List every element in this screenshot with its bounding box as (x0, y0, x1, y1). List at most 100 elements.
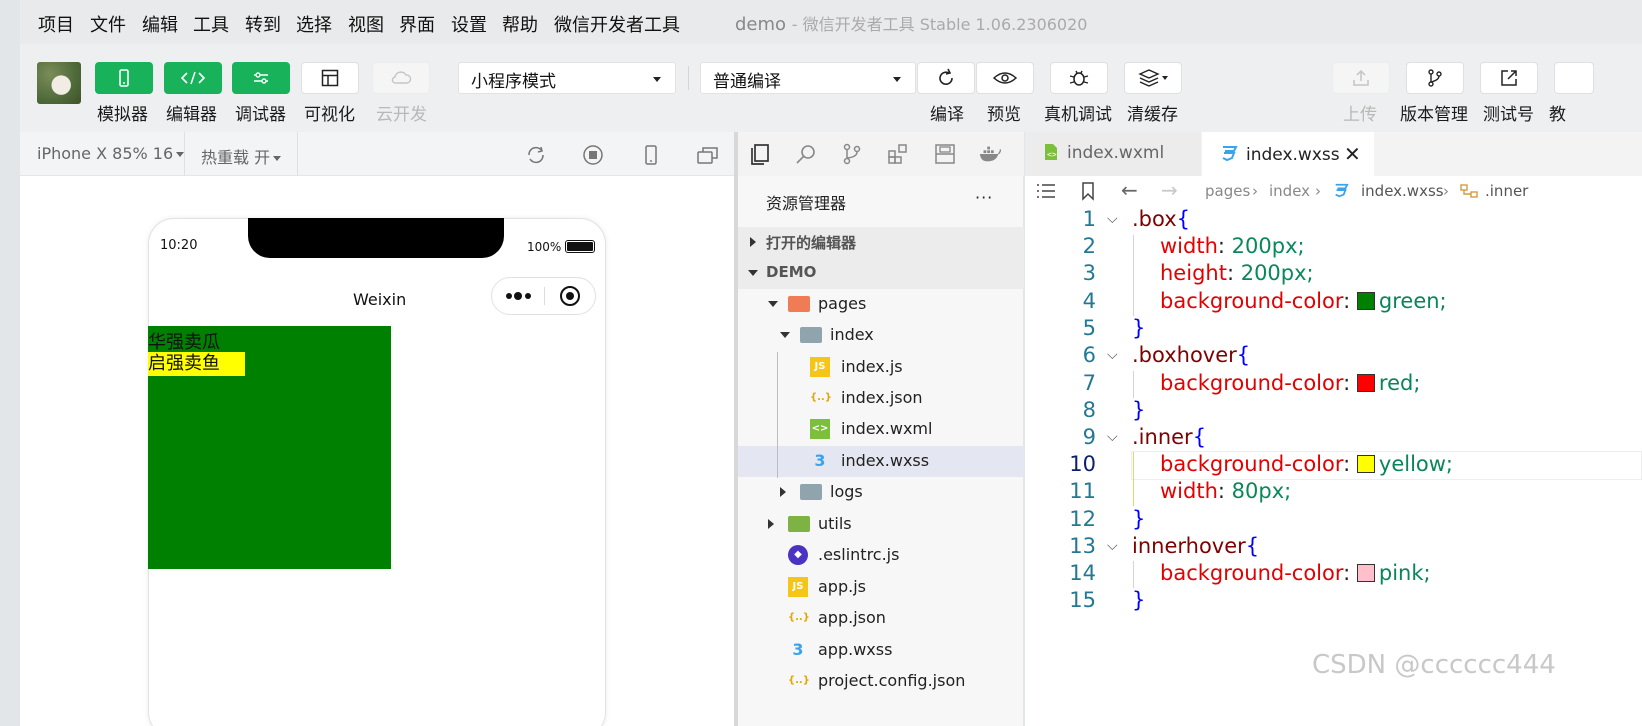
preview-button[interactable] (976, 62, 1034, 94)
folder-icon (800, 484, 822, 500)
test-account-button[interactable] (1480, 62, 1538, 94)
menu-item[interactable]: 设置 (451, 11, 487, 37)
code-brace: } (1132, 507, 1146, 531)
line-number: 10 (1069, 452, 1096, 476)
line-number: 11 (1069, 479, 1096, 503)
wxss-file-icon: 3 (792, 640, 804, 659)
tree-item[interactable]: 3 index.wxss (738, 446, 1024, 477)
tree-item[interactable]: index (738, 320, 1024, 351)
menu-item[interactable]: 转到 (245, 11, 281, 37)
compile-button[interactable] (917, 62, 975, 94)
menu-item[interactable]: 项目 (38, 11, 74, 37)
simulator-toolbar: iPhone X 85% 16 热重载 开 (20, 132, 734, 176)
source-control-icon[interactable] (840, 142, 864, 166)
fold-chevron-icon[interactable]: ⌵ (1107, 538, 1118, 554)
folder-icon (788, 296, 810, 312)
tab-index-wxml[interactable]: <> index.wxml (1025, 132, 1201, 176)
debugger-button[interactable] (232, 62, 290, 94)
color-swatch[interactable] (1356, 564, 1375, 582)
refresh-icon (939, 68, 953, 85)
visual-button[interactable] (301, 62, 359, 94)
search-icon[interactable] (794, 142, 818, 166)
window-icon[interactable] (696, 144, 720, 166)
device-icon[interactable] (640, 144, 662, 166)
files-icon[interactable] (748, 142, 772, 166)
menu-item[interactable]: 文件 (90, 11, 126, 37)
mode-select[interactable]: 小程序模式 (458, 62, 676, 94)
open-editors-section[interactable]: 打开的编辑器 (738, 227, 1024, 258)
tree-item[interactable]: pages (738, 289, 1024, 320)
clear-cache-button[interactable] (1124, 62, 1182, 94)
breadcrumb-item[interactable]: index (1269, 182, 1310, 200)
tree-item-label: index (830, 325, 874, 344)
list-icon[interactable] (1035, 182, 1057, 200)
menu-item[interactable]: 视图 (348, 11, 384, 37)
code-line: .boxhover{ (1132, 343, 1250, 367)
simulator-button[interactable] (95, 62, 153, 94)
eslint-file-icon: ◆ (788, 545, 808, 565)
tree-item[interactable]: logs (738, 477, 1024, 508)
menu-item[interactable]: 编辑 (142, 11, 178, 37)
version-button[interactable] (1406, 62, 1464, 94)
extensions-icon[interactable] (886, 142, 910, 166)
edu-label: 教 (1549, 105, 1566, 125)
device-select[interactable]: iPhone X 85% 16 (37, 144, 185, 163)
menu-item[interactable]: 界面 (399, 11, 435, 37)
css-value: 80px; (1231, 479, 1292, 503)
tree-item[interactable]: ◆ .eslintrc.js (738, 540, 1024, 571)
capsule-menu[interactable] (491, 277, 596, 315)
tree-item[interactable]: JS app.js (738, 572, 1024, 603)
tree-item[interactable]: <> index.wxml (738, 414, 1024, 445)
fold-chevron-icon[interactable]: ⌵ (1107, 429, 1118, 445)
breadcrumb-item[interactable]: index.wxss (1361, 182, 1444, 200)
back-arrow-icon[interactable]: ← (1121, 178, 1138, 202)
close-tab-icon[interactable]: ✕ (1344, 142, 1361, 166)
inner-box: 启强卖鱼 (148, 352, 245, 376)
breadcrumb-item[interactable]: .inner (1485, 182, 1528, 200)
folder-icon (788, 516, 810, 532)
user-avatar[interactable] (37, 62, 81, 104)
chevron-right-icon (750, 237, 756, 247)
hot-reload-select[interactable]: 热重载 开 (201, 144, 282, 168)
simulator-label: 模拟器 (97, 105, 148, 125)
close-circle-icon[interactable] (559, 285, 581, 307)
edu-button[interactable] (1554, 62, 1594, 94)
tree-item[interactable]: {..} project.config.json (738, 666, 1024, 697)
storage-icon[interactable] (933, 142, 957, 166)
explorer-title: 资源管理器 (766, 194, 847, 213)
capsule-divider (544, 287, 545, 305)
project-section[interactable]: DEMO (738, 258, 1024, 289)
code-punct: : (1343, 289, 1357, 313)
color-swatch[interactable] (1356, 292, 1375, 310)
tree-item[interactable]: JS index.js (738, 352, 1024, 383)
remote-debug-button[interactable] (1050, 62, 1108, 94)
tree-item[interactable]: utils (738, 509, 1024, 540)
editor-button[interactable] (164, 62, 222, 94)
menu-item[interactable]: 工具 (193, 11, 229, 37)
explorer-more-icon[interactable]: ··· (975, 188, 993, 207)
tab-index-wxss[interactable]: index.wxss ✕ (1202, 132, 1374, 176)
menu-item[interactable]: 微信开发者工具 (554, 11, 680, 37)
upload-button[interactable] (1332, 62, 1390, 94)
breadcrumb-item[interactable]: pages (1205, 182, 1250, 200)
menu-item[interactable]: 帮助 (502, 11, 538, 37)
stop-icon[interactable] (582, 144, 604, 166)
rotate-icon[interactable] (525, 144, 547, 166)
color-swatch[interactable] (1356, 374, 1375, 392)
docker-icon[interactable] (978, 142, 1002, 166)
color-swatch[interactable] (1356, 455, 1375, 473)
css-selector: .inner (1132, 425, 1193, 449)
tree-item[interactable]: {..} app.json (738, 603, 1024, 634)
compile-select[interactable]: 普通编译 (700, 62, 916, 94)
tree-item[interactable]: 3 app.wxss (738, 635, 1024, 666)
tree-item[interactable]: {..} index.json (738, 383, 1024, 414)
bookmark-icon[interactable] (1081, 181, 1095, 201)
chevron-down-icon (893, 77, 901, 82)
css-property: background-color (1160, 561, 1344, 585)
forward-arrow-icon[interactable]: → (1161, 178, 1178, 202)
fold-chevron-icon[interactable]: ⌵ (1107, 347, 1118, 363)
more-icon[interactable] (504, 290, 534, 302)
cloud-button[interactable] (372, 62, 430, 94)
fold-chevron-icon[interactable]: ⌵ (1107, 211, 1118, 227)
menu-item[interactable]: 选择 (296, 11, 332, 37)
